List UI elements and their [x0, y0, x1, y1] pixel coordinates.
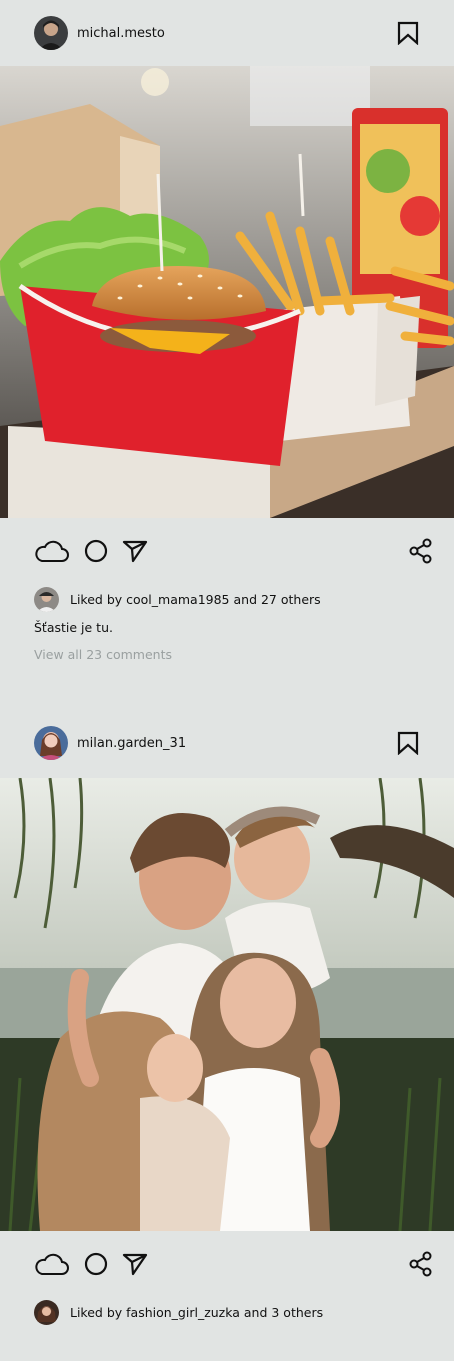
- avatar[interactable]: [34, 1299, 59, 1325]
- post-photo-burger[interactable]: [0, 66, 454, 518]
- share-icon[interactable]: [408, 1251, 434, 1277]
- comment-circle-icon[interactable]: [83, 538, 109, 564]
- like-cloud-icon[interactable]: [34, 538, 70, 564]
- caption: Šťastie je tu.: [34, 620, 113, 635]
- avatar[interactable]: [34, 16, 68, 50]
- bookmark-icon[interactable]: [396, 731, 420, 756]
- likes-row: Liked by fashion_girl_zuzka and 3 others: [0, 1297, 454, 1327]
- username[interactable]: michal.mesto: [77, 26, 165, 41]
- comment-circle-icon[interactable]: [83, 1251, 109, 1277]
- post-2: milan.garden_31 Liked by fashion_girl_zu…: [0, 708, 454, 1327]
- share-icon[interactable]: [408, 538, 434, 564]
- bookmark-icon[interactable]: [396, 21, 420, 46]
- avatar[interactable]: [34, 726, 68, 760]
- likes-text[interactable]: Liked by fashion_girl_zuzka and 3 others: [70, 1305, 323, 1320]
- likes-text[interactable]: Liked by cool_mama1985 and 27 others: [70, 592, 321, 607]
- post-1: michal.mesto Liked by cool_mama1985 and …: [0, 0, 454, 672]
- post-photo-family[interactable]: [0, 778, 454, 1231]
- post-actions: [0, 1231, 454, 1297]
- post-actions: [0, 518, 454, 584]
- like-cloud-icon[interactable]: [34, 1251, 70, 1277]
- likes-row: Liked by cool_mama1985 and 27 others: [0, 584, 454, 614]
- send-arrow-icon[interactable]: [122, 538, 148, 564]
- send-arrow-icon[interactable]: [122, 1251, 148, 1277]
- post-divider: [0, 672, 454, 708]
- view-comments-link[interactable]: View all 23 comments: [0, 640, 454, 672]
- username[interactable]: milan.garden_31: [77, 736, 186, 751]
- post-header: milan.garden_31: [0, 708, 454, 778]
- avatar[interactable]: [34, 586, 59, 612]
- post-header: michal.mesto: [0, 0, 454, 66]
